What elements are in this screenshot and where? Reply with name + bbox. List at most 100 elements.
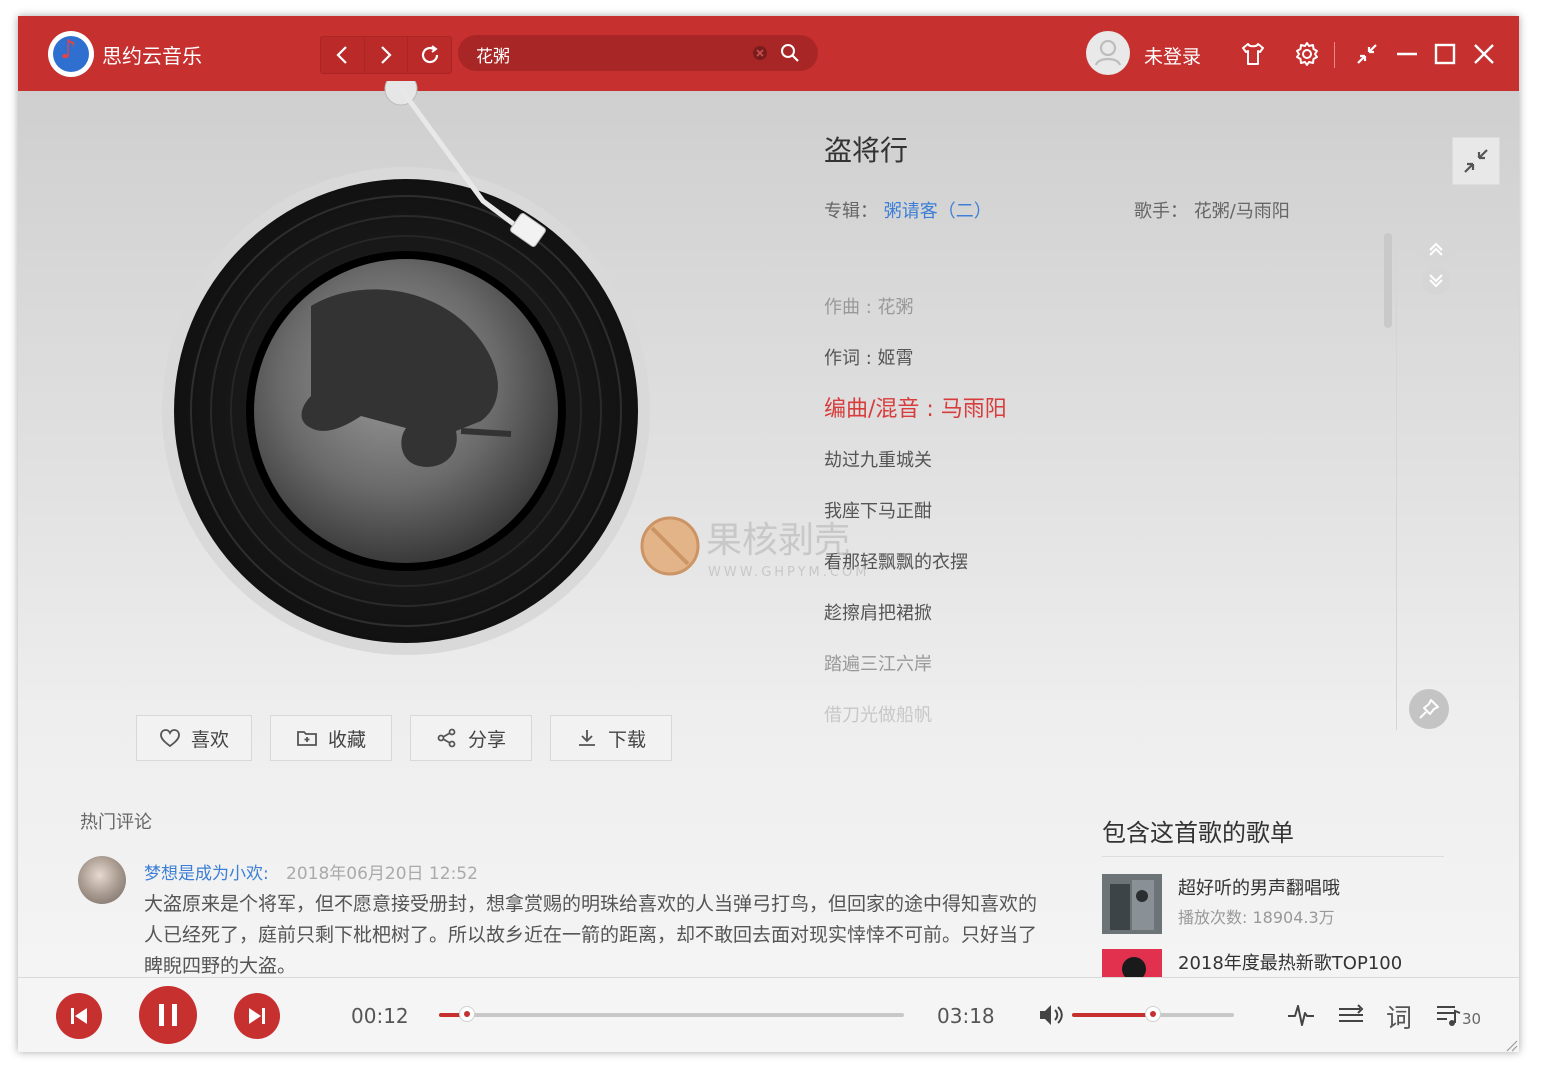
playlist-name: 2018年度最热新歌TOP100 [1178,953,1403,974]
download-label: 下载 [607,728,646,751]
comment-avatar[interactable] [78,856,126,904]
lyrics-scrollbar[interactable] [1384,233,1392,328]
album-label: 专辑： [824,201,878,222]
tonearm [384,81,546,247]
now-playing-panel: 盗将行 专辑： 粥请客（二） 歌手： 花粥/马雨阳 作曲 : 花粥 作词 : 姬霄… [18,81,1519,977]
close-icon[interactable] [1471,41,1497,67]
share-button[interactable]: 分享 [410,715,532,761]
playlist-item[interactable]: 2018年度最热新歌TOP100 [1102,949,1442,977]
download-button[interactable]: 下载 [550,715,672,761]
refresh-icon [421,45,438,64]
next-button[interactable] [234,993,280,1039]
app-logo-icon[interactable]: ♪ [48,31,94,77]
user-avatar[interactable] [1086,31,1130,75]
share-icon [437,728,456,748]
play-mode-icon[interactable] [1336,1000,1366,1030]
user-icon [1094,39,1122,66]
like-button[interactable]: 喜欢 [136,715,252,761]
back-button[interactable] [321,37,365,73]
current-time: 00:12 [351,1004,409,1028]
playlist-play-count: 播放次数: 18904.3万 [1178,908,1335,927]
playlist-queue-icon[interactable] [1434,1000,1464,1030]
related-playlists-title: 包含这首歌的歌单 [1102,819,1294,847]
search-icon[interactable] [780,43,800,63]
collect-label: 收藏 [327,728,366,751]
lyric-line: 踏遍三江六岸 [824,654,932,675]
clear-search-icon[interactable] [752,45,768,61]
login-link[interactable]: 未登录 [1144,42,1201,69]
sound-effect-icon[interactable] [1286,1000,1316,1030]
refresh-button[interactable] [408,37,451,73]
resize-grip-icon[interactable] [1504,1038,1518,1052]
comment-user[interactable]: 梦想是成为小欢: [144,859,269,884]
comment-text: 大盗原来是个将军，但不愿意接受册封，想拿赏赐的明珠给喜欢的人当弹弓打鸟，但回家的… [144,893,1038,977]
settings-gear-icon[interactable] [1294,41,1320,67]
pause-button[interactable] [139,986,197,1044]
watermark-text: 果核剥壳 [706,520,850,561]
lyrics-divider [1396,233,1397,730]
singer-info: 歌手： 花粥/马雨阳 [1134,197,1290,223]
playlist-cover [1102,874,1162,934]
watermark-subtext: WWW.GHPYM.COM [708,565,869,580]
progress-handle[interactable] [458,1006,475,1022]
maximize-icon[interactable] [1432,41,1458,67]
playlists-divider [1102,856,1444,857]
volume-fill [1072,1013,1153,1017]
singer-label: 歌手： [1134,201,1188,222]
progress-track[interactable] [439,1013,904,1017]
lyric-line: 作词 : 姬霄 [824,348,914,369]
next-track-icon [249,1008,265,1024]
forward-button[interactable] [365,37,409,73]
chevron-left-icon [336,46,348,64]
chevron-right-icon [381,46,392,64]
previous-button[interactable] [56,993,102,1039]
title-separator [1334,42,1335,68]
nav-group [320,36,452,74]
lyric-line: 作曲 : 花粥 [824,297,914,318]
skin-shirt-icon[interactable] [1240,41,1266,67]
app-window: ♪ 思约云音乐 未登录 [18,16,1519,1052]
playlist-name: 超好听的男声翻唱哦 [1178,878,1340,899]
hot-comments-title: 热门评论 [80,812,152,833]
exit-fullscreen-button[interactable] [1452,137,1500,185]
pin-lyrics-button[interactable] [1409,689,1449,729]
album-info: 专辑： 粥请客（二） [824,197,992,223]
share-label: 分享 [467,728,506,751]
pause-icon [159,1004,177,1026]
pin-icon [1419,699,1439,719]
queue-count: 30 [1462,1010,1482,1028]
minimize-icon[interactable] [1394,41,1420,67]
watermark-logo: 果核剥壳 WWW.GHPYM.COM [640,516,869,580]
lyric-line-current: 编曲/混音 : 马雨阳 [824,397,1007,422]
download-icon [578,730,595,746]
comment-time: 2018年06月20日 12:52 [286,864,478,884]
album-link[interactable]: 粥请客（二） [884,201,992,222]
previous-track-icon [71,1008,87,1024]
folder-add-icon [297,731,317,746]
lyrics-scroll-down-button[interactable] [1422,267,1450,295]
song-title: 盗将行 [824,134,909,167]
heart-icon [160,729,180,748]
singer-name[interactable]: 花粥/马雨阳 [1194,201,1290,222]
song-actions: 喜欢 收藏 分享 下载 [136,715,672,761]
volume-handle[interactable] [1145,1006,1161,1022]
double-chevron-down-icon [1429,274,1443,288]
collect-button[interactable]: 收藏 [270,715,392,761]
lyrics-scroll-up-button[interactable] [1422,235,1450,263]
desktop-lyrics-button[interactable]: 词 [1386,998,1412,1035]
playlist-item[interactable]: 超好听的男声翻唱哦 播放次数: 18904.3万 [1102,874,1442,934]
player-bar: 00:12 03:18 词 30 [18,977,1519,1052]
search-input[interactable] [474,35,748,73]
mini-mode-icon[interactable] [1354,41,1380,67]
collapse-icon [1464,149,1488,173]
playlist-cover [1102,949,1162,977]
like-label: 喜欢 [190,728,229,751]
total-time: 03:18 [937,1004,995,1028]
volume-icon[interactable] [1036,1000,1066,1030]
lyric-line: 借刀光做船帆 [824,705,932,726]
app-name: 思约云音乐 [102,44,202,68]
lyric-line: 趁擦肩把裙掀 [824,603,932,624]
lyric-line: 劫过九重城关 [824,450,932,471]
search-box [458,35,818,73]
title-bar: ♪ 思约云音乐 未登录 [18,16,1519,91]
